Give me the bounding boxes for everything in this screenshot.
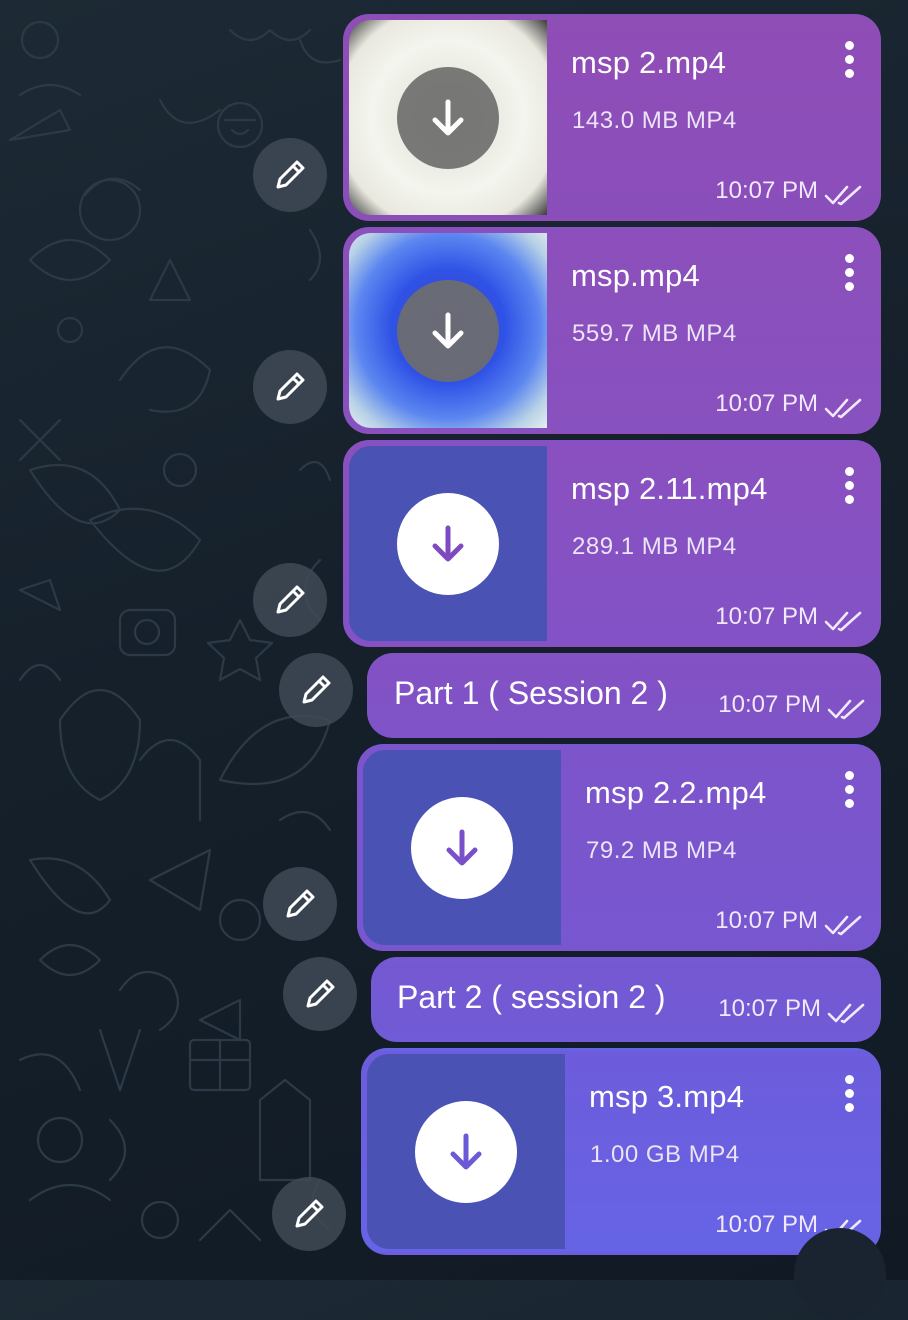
message-menu-button[interactable] [843,771,855,811]
message-bubble-video[interactable]: msp 2.mp4 143.0 MB MP4 10:07 PM [343,14,881,221]
file-size: 79.2 MB MP4 [586,837,737,864]
video-thumbnail[interactable] [363,750,561,945]
message-bubble-video[interactable]: msp 2.11.mp4 289.1 MB MP4 10:07 PM [343,440,881,647]
double-check-icon [827,1003,865,1024]
pencil-icon [295,1199,324,1228]
file-name: msp.mp4 [571,258,700,293]
message-bubble-video[interactable]: msp.mp4 559.7 MB MP4 10:07 PM [343,227,881,434]
video-thumbnail[interactable] [349,20,547,215]
edit-button[interactable] [263,867,337,941]
more-vertical-icon [844,771,854,780]
scroll-down-button[interactable] [794,1228,886,1320]
message-time: 10:07 PM [715,603,818,630]
pencil-icon [286,889,315,918]
pencil-icon [276,585,305,614]
file-size: 143.0 MB MP4 [572,107,737,134]
more-vertical-icon [844,254,854,263]
download-arrow-icon [450,1133,482,1169]
download-arrow-icon [432,99,464,135]
double-check-icon [824,398,862,419]
message-bubble-text[interactable]: Part 1 ( Session 2 ) 10:07 PM [367,653,881,738]
file-name: msp 2.11.mp4 [571,471,768,506]
video-thumbnail[interactable] [349,446,547,641]
message-bubble-video[interactable]: msp 3.mp4 1.00 GB MP4 10:07 PM [361,1048,881,1255]
message-time: 10:07 PM [715,177,818,204]
download-arrow-icon [432,525,464,561]
edit-button[interactable] [283,957,357,1031]
message-time: 10:07 PM [715,390,818,417]
message-time: 10:07 PM [715,907,818,934]
message-time: 10:07 PM [718,691,821,718]
message-menu-button[interactable] [843,1075,855,1115]
file-size: 559.7 MB MP4 [572,320,737,347]
download-arrow-icon [432,312,464,348]
message-menu-button[interactable] [843,41,855,81]
more-vertical-icon [844,1075,854,1084]
video-thumbnail[interactable] [349,233,547,428]
download-button[interactable] [397,279,499,382]
download-button[interactable] [415,1100,517,1203]
message-bubble-text[interactable]: Part 2 ( session 2 ) 10:07 PM [371,957,881,1042]
edit-button[interactable] [272,1177,346,1251]
file-size: 1.00 GB MP4 [590,1141,740,1168]
download-button[interactable] [411,796,513,899]
file-size: 289.1 MB MP4 [572,533,737,560]
download-arrow-icon [446,829,478,865]
file-name: msp 3.mp4 [589,1079,745,1114]
message-bubble-video[interactable]: msp 2.2.mp4 79.2 MB MP4 10:07 PM [357,744,881,951]
edit-button[interactable] [253,138,327,212]
download-button[interactable] [397,66,499,169]
message-text: Part 2 ( session 2 ) [397,979,666,1015]
message-menu-button[interactable] [843,467,855,507]
more-vertical-icon [844,467,854,476]
message-time: 10:07 PM [715,1211,818,1238]
double-check-icon [824,185,862,206]
edit-button[interactable] [253,563,327,637]
download-button[interactable] [397,492,499,595]
pencil-icon [302,675,331,704]
edit-button[interactable] [253,350,327,424]
message-time: 10:07 PM [718,995,821,1022]
edit-button[interactable] [279,653,353,727]
message-text: Part 1 ( Session 2 ) [394,675,668,711]
double-check-icon [827,699,865,720]
more-vertical-icon [844,41,854,50]
file-name: msp 2.mp4 [571,45,727,80]
video-thumbnail[interactable] [367,1054,565,1249]
pencil-icon [276,372,305,401]
double-check-icon [824,915,862,936]
pencil-icon [306,979,335,1008]
double-check-icon [824,611,862,632]
file-name: msp 2.2.mp4 [585,775,767,810]
pencil-icon [276,160,305,189]
message-menu-button[interactable] [843,254,855,294]
